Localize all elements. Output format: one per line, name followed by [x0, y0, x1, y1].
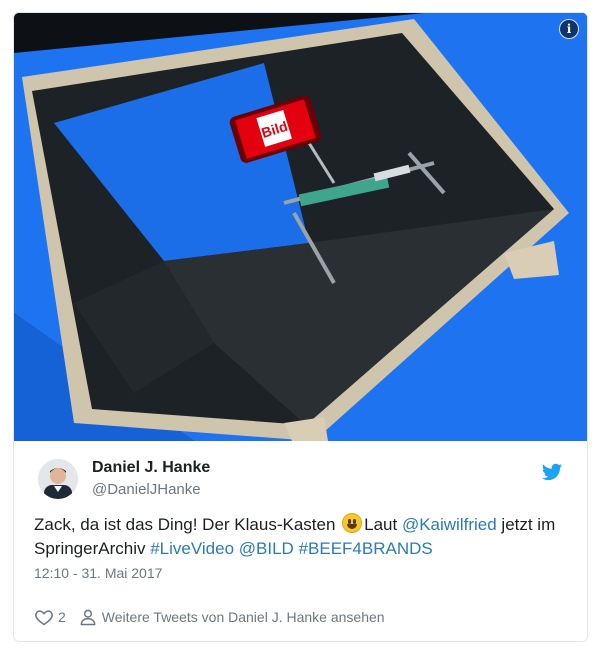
heart-icon	[35, 610, 53, 626]
tweet-text: Zack, da ist das Ding! Der Klaus-Kasten …	[34, 513, 567, 561]
like-button[interactable]: 2	[34, 607, 66, 627]
mention-link[interactable]: @BILD	[239, 539, 294, 558]
more-tweets-link[interactable]: Weitere Tweets von Daniel J. Hanke anseh…	[78, 607, 385, 627]
like-count: 2	[58, 609, 66, 625]
avatar-image	[38, 459, 78, 499]
info-icon[interactable]: i	[559, 19, 579, 39]
person-icon	[80, 609, 96, 626]
author-name[interactable]: Daniel J. Hanke	[92, 459, 210, 477]
photo-scene: Bild	[14, 13, 587, 441]
tweet-card: Bild i Daniel J. Hanke @DanielJHanke Zac…	[13, 12, 588, 642]
avatar[interactable]	[38, 459, 78, 499]
tweet-photo[interactable]: Bild i	[14, 13, 587, 441]
tweet-header: Daniel J. Hanke @DanielJHanke	[34, 459, 567, 519]
grinning-face-emoji	[342, 513, 363, 533]
tweet-timestamp[interactable]: 12:10 - 31. Mai 2017	[34, 565, 567, 581]
more-tweets-label: Weitere Tweets von Daniel J. Hanke anseh…	[101, 609, 385, 625]
tweet-actions: 2 Weitere Tweets von Daniel J. Hanke ans…	[34, 607, 397, 627]
tweet-body: Daniel J. Hanke @DanielJHanke Zack, da i…	[14, 459, 587, 581]
twitter-bird-icon[interactable]	[541, 461, 563, 483]
hashtag-link[interactable]: #BEEF4BRANDS	[299, 539, 433, 558]
author-handle[interactable]: @DanielJHanke	[92, 481, 201, 498]
hashtag-link[interactable]: #LiveVideo	[150, 539, 234, 558]
